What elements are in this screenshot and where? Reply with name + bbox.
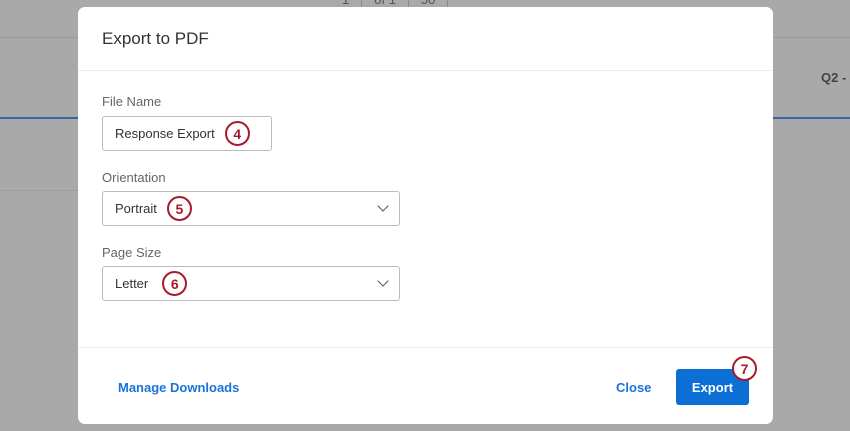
step-badge: 6 bbox=[162, 271, 188, 296]
page-size-select[interactable]: Letter 6 bbox=[102, 266, 400, 301]
step-badge: 4 bbox=[224, 121, 250, 146]
orientation-value: Portrait bbox=[115, 201, 157, 216]
dialog-title: Export to PDF bbox=[78, 7, 773, 71]
close-button[interactable]: Close bbox=[616, 380, 651, 395]
chevron-down-icon bbox=[377, 275, 389, 287]
divider bbox=[773, 117, 850, 119]
page-size-value: Letter bbox=[115, 276, 149, 291]
manage-downloads-link[interactable]: Manage Downloads bbox=[118, 380, 239, 395]
chevron-down-icon bbox=[377, 200, 389, 212]
file-name-value: Response Export bbox=[115, 126, 215, 141]
page-size-label: Page Size bbox=[102, 245, 162, 260]
orientation-select[interactable]: Portrait 5 bbox=[102, 191, 400, 226]
step-badge: 7 bbox=[732, 356, 757, 381]
orientation-label: Orientation bbox=[102, 170, 166, 185]
column-header: Q2 - bbox=[821, 70, 847, 85]
file-name-label: File Name bbox=[102, 94, 162, 109]
divider bbox=[0, 190, 78, 191]
file-name-input[interactable]: Response Export 4 bbox=[102, 116, 272, 151]
dialog-footer: Manage Downloads Close Export 7 bbox=[78, 347, 773, 424]
export-pdf-dialog: Export to PDF File Name Response Export … bbox=[78, 7, 773, 424]
divider bbox=[0, 117, 78, 119]
step-badge: 5 bbox=[166, 196, 192, 221]
